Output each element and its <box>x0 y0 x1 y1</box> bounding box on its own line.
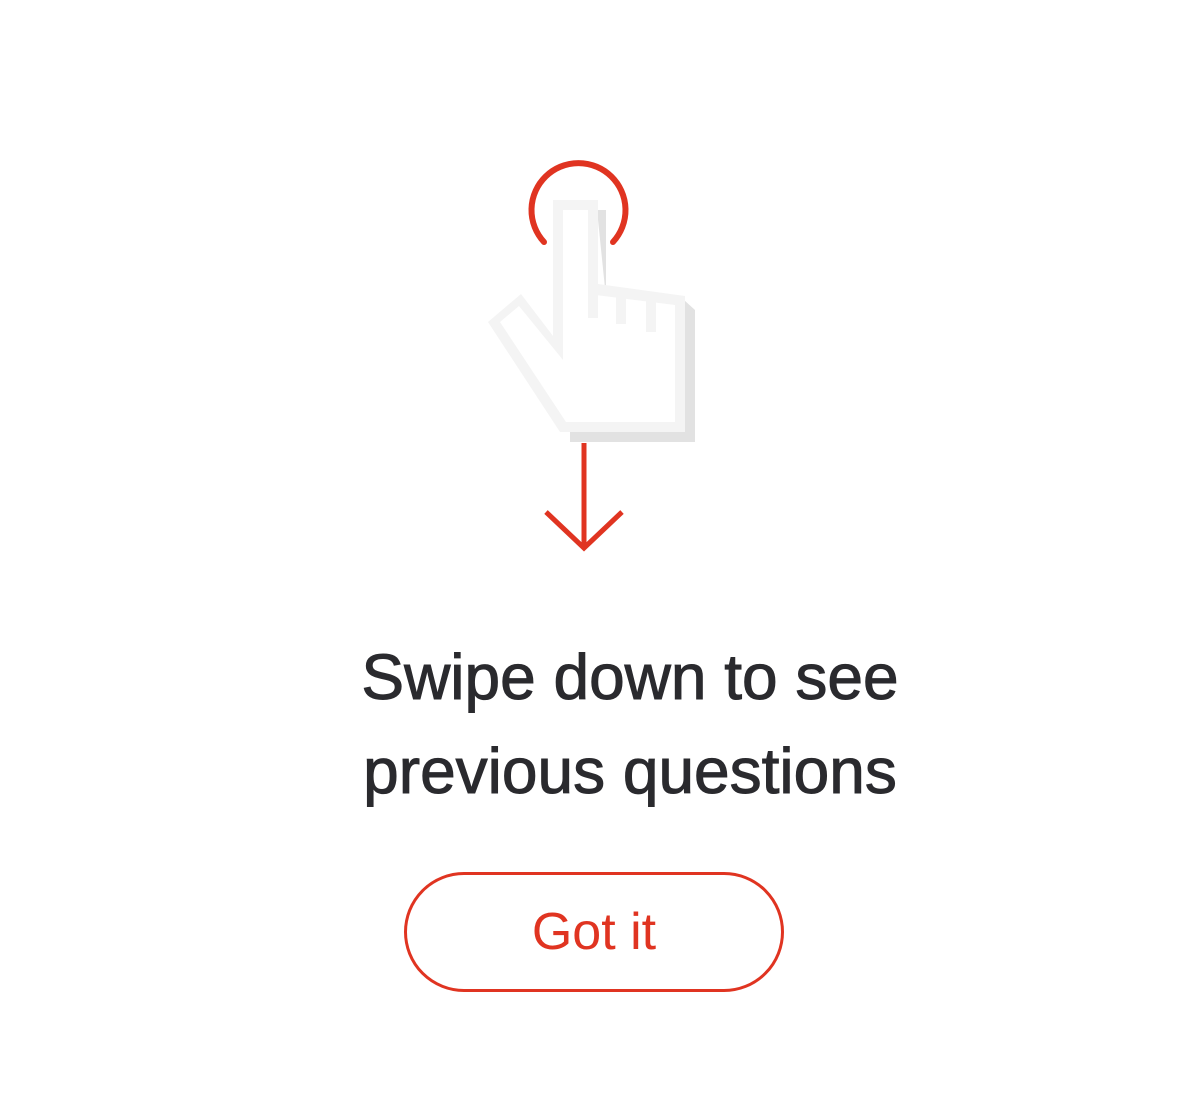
swipe-hint-message: Swipe down to see previous questions <box>230 630 1030 818</box>
got-it-button[interactable]: Got it <box>404 872 784 992</box>
message-line-2: previous questions <box>363 735 898 808</box>
pointing-hand-icon <box>488 200 685 432</box>
swipe-down-hand-icon <box>488 160 695 552</box>
arrow-down-icon <box>544 443 624 552</box>
message-line-1: Swipe down to see <box>361 641 899 714</box>
swipe-hint-overlay: Swipe down to see previous questions Got… <box>0 0 1180 1112</box>
